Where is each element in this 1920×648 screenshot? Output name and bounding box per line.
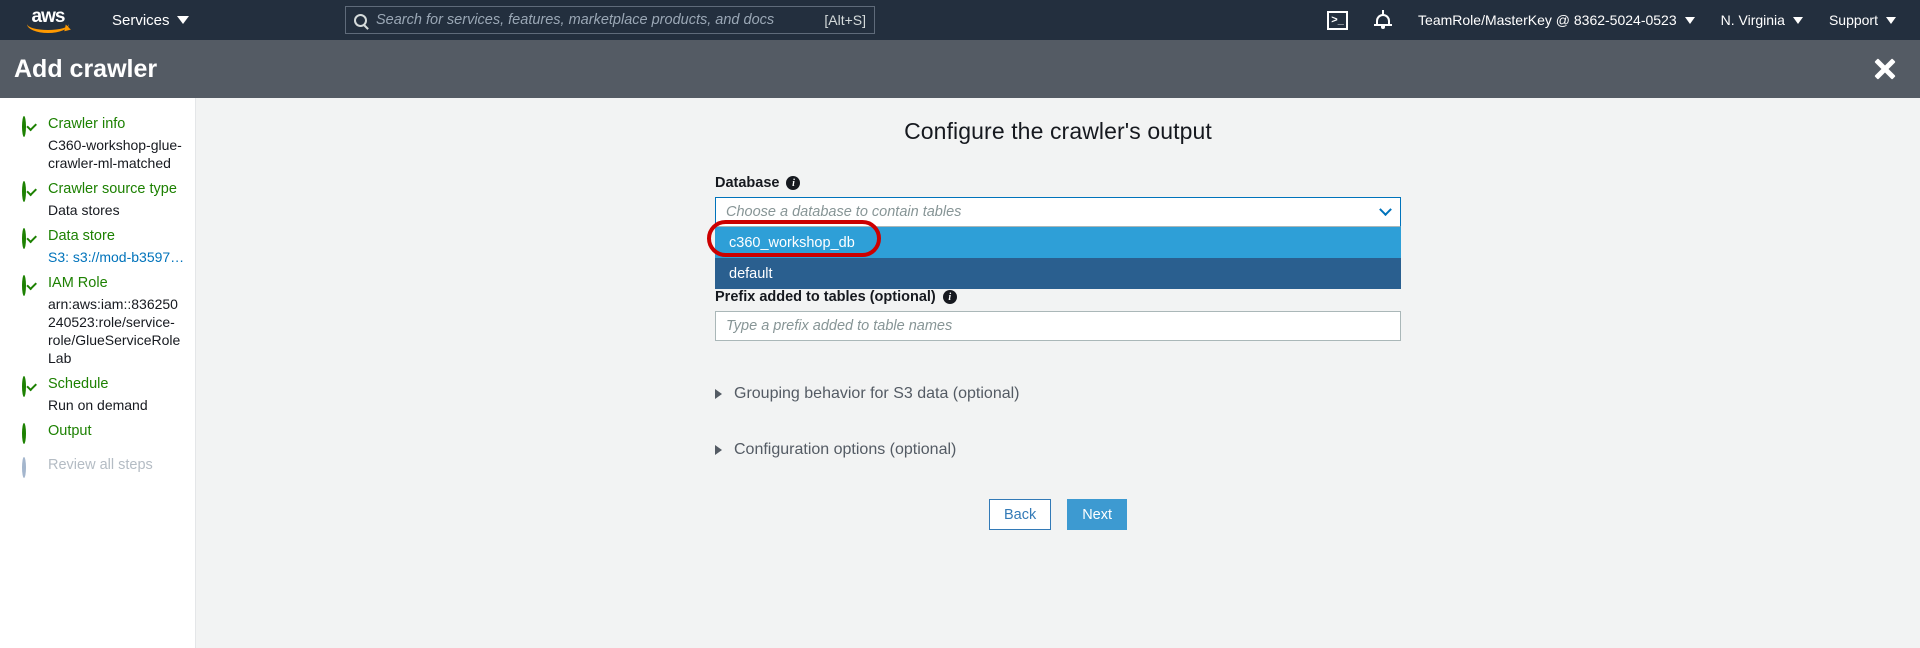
sidebar-step-label[interactable]: Output bbox=[48, 423, 92, 440]
prefix-label: Prefix added to tables (optional) bbox=[715, 289, 936, 305]
page-header: Add crawler bbox=[0, 40, 1920, 98]
section-configuration-options[interactable]: Configuration options (optional) bbox=[715, 441, 1401, 459]
page-title: Add crawler bbox=[14, 54, 158, 83]
step-status-icon bbox=[22, 376, 39, 397]
prefix-input-placeholder: Type a prefix added to table names bbox=[726, 318, 953, 334]
aws-logo-text: aws bbox=[31, 5, 66, 27]
top-nav-right-group: >_ TeamRole/MasterKey @ 8362-5024-0523 N… bbox=[1327, 10, 1920, 30]
next-button-label: Next bbox=[1082, 506, 1113, 523]
sidebar-step-detail: arn:aws:iam::836250240523:role/service-r… bbox=[48, 296, 181, 366]
database-select[interactable]: Choose a database to contain tables bbox=[715, 197, 1401, 227]
search-shortcut-hint: [Alt+S] bbox=[824, 12, 866, 28]
prefix-input[interactable]: Type a prefix added to table names bbox=[715, 311, 1401, 341]
services-menu[interactable]: Services bbox=[112, 12, 189, 29]
sidebar-step-detail: Data stores bbox=[48, 202, 120, 218]
wizard-steps-sidebar: Crawler info C360-workshop-glue-crawler-… bbox=[0, 98, 196, 648]
chevron-down-icon bbox=[1684, 16, 1695, 24]
back-button-label: Back bbox=[1003, 506, 1037, 523]
step-status-icon bbox=[22, 116, 39, 137]
info-icon[interactable]: i bbox=[942, 290, 957, 304]
aws-top-navigation: aws Services Search for services, featur… bbox=[0, 0, 1920, 40]
chevron-down-icon bbox=[1379, 202, 1392, 216]
bell-icon[interactable] bbox=[1374, 10, 1393, 30]
aws-logo-smile-icon bbox=[27, 24, 69, 33]
option-label: default bbox=[729, 265, 773, 282]
region-label: N. Virginia bbox=[1720, 12, 1785, 28]
step-status-icon bbox=[22, 228, 39, 249]
sidebar-step-label[interactable]: Crawler source type bbox=[48, 181, 177, 198]
output-config-form: Database i Choose a database to contain … bbox=[707, 175, 1401, 530]
global-search-bar[interactable]: Search for services, features, marketpla… bbox=[345, 6, 875, 34]
database-select-wrapper: Choose a database to contain tables c360… bbox=[707, 197, 1401, 289]
section-grouping-behavior[interactable]: Grouping behavior for S3 data (optional) bbox=[715, 385, 1401, 403]
chevron-down-icon bbox=[1792, 16, 1803, 24]
database-options-list: c360_workshop_db default bbox=[715, 227, 1401, 289]
database-option-c360-workshop-db[interactable]: c360_workshop_db bbox=[715, 227, 1401, 258]
page-body: Crawler info C360-workshop-glue-crawler-… bbox=[0, 98, 1920, 648]
database-label: Database bbox=[715, 175, 780, 191]
sidebar-step-schedule[interactable]: Schedule bbox=[0, 376, 195, 397]
sidebar-step-iam-role[interactable]: IAM Role bbox=[0, 275, 195, 296]
back-button[interactable]: Back bbox=[988, 499, 1052, 530]
cloudshell-icon[interactable]: >_ bbox=[1327, 10, 1349, 30]
sidebar-step-review-all-steps: Review all steps bbox=[0, 457, 195, 478]
sidebar-step-label[interactable]: IAM Role bbox=[48, 275, 108, 292]
sidebar-step-label[interactable]: Data store bbox=[48, 228, 115, 245]
option-label: c360_workshop_db bbox=[729, 234, 855, 251]
sidebar-step-crawler-info[interactable]: Crawler info bbox=[0, 116, 195, 137]
section-label: Configuration options (optional) bbox=[734, 441, 957, 458]
chevron-down-icon bbox=[1886, 16, 1896, 24]
main-content: Configure the crawler's output Database … bbox=[196, 98, 1920, 648]
section-title: Configure the crawler's output bbox=[904, 118, 1212, 144]
aws-logo[interactable]: aws bbox=[22, 4, 74, 36]
sidebar-step-detail[interactable]: S3: s3://mod-b3597… bbox=[48, 248, 195, 266]
database-option-default[interactable]: default bbox=[715, 258, 1401, 289]
wizard-button-row: Back Next bbox=[715, 499, 1401, 530]
account-menu[interactable]: TeamRole/MasterKey @ 8362-5024-0523 bbox=[1418, 12, 1695, 28]
prefix-label-row: Prefix added to tables (optional) i bbox=[715, 289, 1401, 305]
sidebar-step-crawler-source-type[interactable]: Crawler source type bbox=[0, 181, 195, 202]
sidebar-step-label: Review all steps bbox=[48, 457, 153, 473]
step-status-icon bbox=[22, 275, 39, 296]
info-icon[interactable]: i bbox=[786, 176, 801, 190]
chevron-down-icon bbox=[176, 16, 189, 24]
database-label-row: Database i bbox=[715, 175, 1401, 191]
close-icon[interactable] bbox=[1872, 56, 1898, 82]
next-button[interactable]: Next bbox=[1067, 499, 1128, 530]
triangle-right-icon bbox=[715, 445, 722, 455]
sidebar-step-output[interactable]: Output bbox=[0, 423, 195, 444]
services-label: Services bbox=[112, 11, 170, 29]
search-icon bbox=[354, 13, 367, 27]
search-input[interactable]: Search for services, features, marketpla… bbox=[376, 12, 818, 28]
support-menu[interactable]: Support bbox=[1829, 12, 1896, 28]
account-label: TeamRole/MasterKey @ 8362-5024-0523 bbox=[1418, 12, 1677, 28]
section-label: Grouping behavior for S3 data (optional) bbox=[734, 385, 1020, 402]
step-status-icon bbox=[22, 457, 39, 478]
sidebar-step-data-store[interactable]: Data store bbox=[0, 228, 195, 249]
step-status-icon bbox=[22, 181, 39, 202]
triangle-right-icon bbox=[715, 389, 722, 399]
sidebar-step-detail: Run on demand bbox=[48, 397, 148, 413]
sidebar-step-detail: C360-workshop-glue-crawler-ml-matched bbox=[48, 137, 182, 171]
sidebar-step-label[interactable]: Crawler info bbox=[48, 116, 125, 133]
step-status-icon bbox=[22, 423, 39, 444]
region-menu[interactable]: N. Virginia bbox=[1721, 12, 1803, 28]
support-label: Support bbox=[1828, 12, 1878, 28]
sidebar-step-label[interactable]: Schedule bbox=[48, 376, 108, 393]
database-select-value: Choose a database to contain tables bbox=[726, 204, 962, 220]
